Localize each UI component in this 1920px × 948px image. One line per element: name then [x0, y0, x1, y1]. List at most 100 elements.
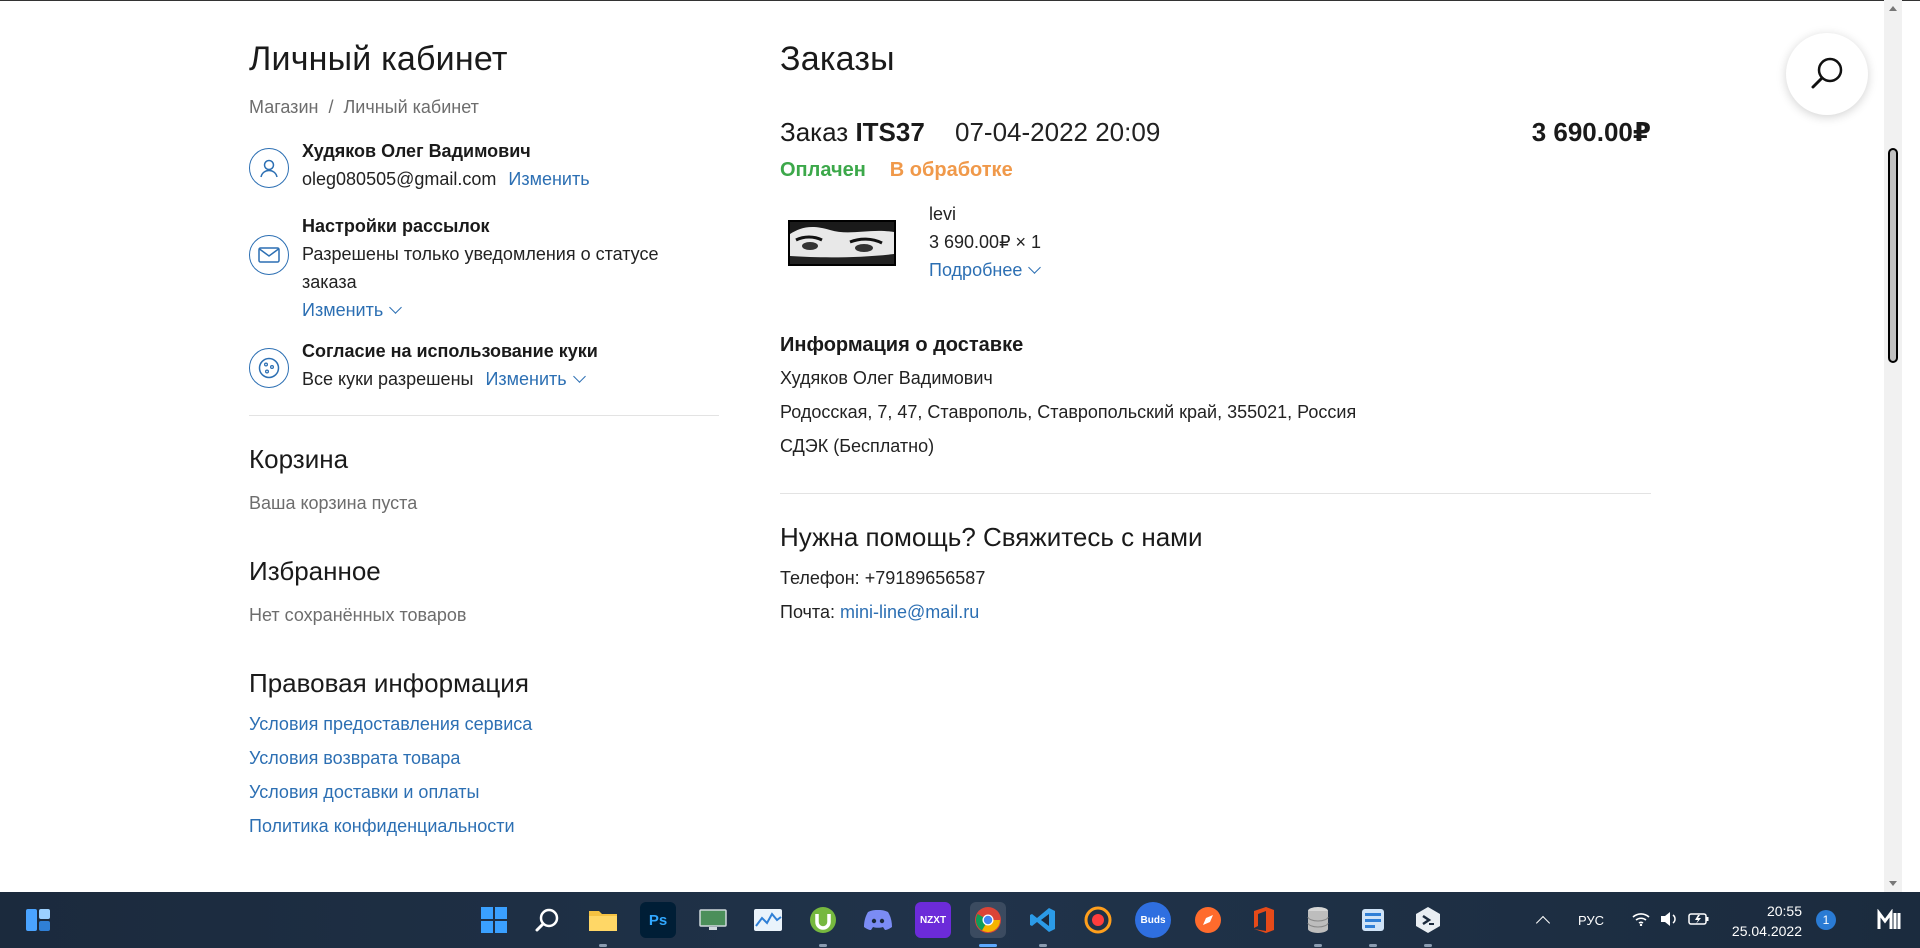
- widgets-icon[interactable]: [20, 902, 56, 938]
- mailing-title: Настройки рассылок: [302, 216, 490, 236]
- order-item: levi 3 690.00₽ × 1 Подробнее: [780, 200, 1651, 330]
- clock[interactable]: 20:55 25.04.2022: [1732, 901, 1802, 941]
- photoshop-icon[interactable]: Ps: [640, 902, 676, 938]
- volume-icon[interactable]: [1660, 911, 1678, 930]
- wifi-icon[interactable]: [1632, 912, 1650, 929]
- divider: [780, 493, 1651, 494]
- account-column: Личный кабинет Магазин / Личный кабинет Ху…: [249, 40, 719, 843]
- delivery-method: СДЭК (Бесплатно): [780, 436, 935, 456]
- favorites-section: Избранное Нет сохранённых товаров: [249, 556, 719, 626]
- breadcrumb-shop[interactable]: Магазин: [249, 97, 318, 117]
- breadcrumb: Магазин / Личный кабинет: [249, 97, 719, 118]
- status-processing-badge: В обработке: [889, 159, 1013, 181]
- chevron-up-icon[interactable]: [1535, 915, 1551, 931]
- return-policy-link[interactable]: Условия возврата товара: [249, 741, 719, 775]
- product-info: levi 3 690.00₽ × 1 Подробнее: [929, 200, 1042, 284]
- help-title: Нужна помощь? Свяжитесь с нами: [780, 522, 1203, 552]
- notification-badge[interactable]: 1: [1816, 910, 1836, 930]
- user-email: oleg080505@gmail.com: [302, 169, 497, 189]
- nzxt-icon[interactable]: NZXT: [915, 902, 951, 938]
- delivery-payment-link[interactable]: Условия доставки и оплаты: [249, 775, 719, 809]
- page-title: Личный кабинет: [249, 40, 508, 78]
- legal-section: Правовая информация Условия предоставлен…: [249, 668, 719, 843]
- chevron-down-icon[interactable]: [1028, 261, 1042, 274]
- cookie-title: Согласие на использование куки: [302, 341, 598, 361]
- running-indicator: [1424, 944, 1432, 947]
- scroll-up-arrow[interactable]: [1884, 0, 1902, 17]
- edit-user-link[interactable]: Изменить: [508, 169, 589, 189]
- mailing-text: Разрешены только уведомления о статусе з…: [302, 244, 659, 292]
- discord-icon[interactable]: [860, 902, 896, 938]
- user-info: Худяков Олег Вадимович oleg080505@gmail.…: [249, 138, 719, 193]
- product-name: levi: [929, 204, 957, 224]
- office-icon[interactable]: [1245, 902, 1281, 938]
- terms-of-service-link[interactable]: Условия предоставления сервиса: [249, 707, 719, 741]
- favorites-empty-text: Нет сохранённых товаров: [249, 605, 467, 625]
- page-scrollbar[interactable]: [1884, 0, 1902, 892]
- terminal-icon[interactable]: [1410, 902, 1446, 938]
- favorites-title: Избранное: [249, 556, 381, 586]
- cart-title: Корзина: [249, 444, 349, 474]
- chrome-icon[interactable]: [970, 902, 1006, 938]
- delivery-info: Информация о доставке Худяков Олег Вадим…: [780, 334, 1651, 463]
- scroll-down-arrow[interactable]: [1884, 875, 1902, 892]
- running-indicator: [599, 944, 607, 947]
- running-indicator: [1039, 944, 1047, 947]
- active-indicator: [979, 944, 997, 947]
- email-link[interactable]: mini-line@mail.ru: [840, 602, 979, 622]
- order-status: Оплачен В обработке: [780, 159, 1651, 182]
- orders-title: Заказы: [780, 40, 895, 78]
- running-indicator: [819, 944, 827, 947]
- clock-date: 25.04.2022: [1731, 923, 1802, 939]
- divider: [249, 415, 719, 416]
- product-price-qty: 3 690.00₽ × 1: [929, 232, 1042, 252]
- user-name: Худяков Олег Вадимович: [302, 141, 531, 161]
- battery-icon[interactable]: [1688, 911, 1710, 930]
- breadcrumb-separator: /: [328, 97, 334, 117]
- buds-icon[interactable]: Buds: [1135, 902, 1171, 938]
- order-header: Заказ ITS37 07-04-2022 20:09 3 690.00₽: [780, 117, 1651, 157]
- vscode-icon[interactable]: [1025, 902, 1061, 938]
- user-icon: [249, 148, 289, 188]
- cookie-text: Все куки разрешены: [302, 369, 474, 389]
- utorrent-icon[interactable]: [805, 902, 841, 938]
- edit-cookie-link[interactable]: Изменить: [485, 369, 566, 389]
- product-image[interactable]: [788, 220, 896, 266]
- edit-mailing-link[interactable]: Изменить: [302, 300, 383, 320]
- clock-time: 20:55: [1766, 903, 1802, 919]
- cookie-icon: [249, 348, 289, 388]
- chevron-down-icon[interactable]: [389, 301, 403, 314]
- details-link[interactable]: Подробнее: [929, 260, 1022, 280]
- orders-column: Заказы Заказ ITS37 07-04-2022 20:09 3 69…: [780, 40, 1651, 629]
- file-explorer-icon[interactable]: [585, 902, 621, 938]
- language-indicator[interactable]: РУС: [1578, 913, 1604, 928]
- app-icon[interactable]: [1355, 902, 1391, 938]
- search-button[interactable]: [1786, 33, 1868, 115]
- cookie-consent: Согласие на использование куки Все куки …: [249, 338, 719, 393]
- running-indicator: [1369, 944, 1377, 947]
- delivery-name: Худяков Олег Вадимович: [780, 368, 993, 388]
- help-section: Нужна помощь? Свяжитесь с нами Телефон: …: [780, 522, 1651, 629]
- privacy-policy-link[interactable]: Политика конфиденциальности: [249, 809, 719, 843]
- search-icon[interactable]: [530, 902, 566, 938]
- cart-section: Корзина Ваша корзина пуста: [249, 444, 719, 514]
- running-indicator: [1314, 944, 1322, 947]
- scrollbar-thumb[interactable]: [1888, 148, 1898, 363]
- chevron-down-icon[interactable]: [572, 370, 586, 383]
- cart-empty-text: Ваша корзина пуста: [249, 493, 418, 513]
- start-icon[interactable]: [476, 902, 512, 938]
- order-total: 3 690.00₽: [1531, 117, 1651, 147]
- system-tray: РУС: [1535, 892, 1710, 948]
- status-paid-badge: Оплачен: [780, 159, 866, 181]
- music-icon[interactable]: [1080, 902, 1116, 938]
- help-phone: Телефон: +79189656587: [780, 568, 986, 588]
- display-icon[interactable]: [695, 902, 731, 938]
- compass-icon[interactable]: [1190, 902, 1226, 938]
- phone-number[interactable]: +79189656587: [865, 568, 986, 588]
- help-mail: Почта: mini-line@mail.ru: [780, 602, 980, 622]
- task-manager-icon[interactable]: [750, 902, 786, 938]
- delivery-title: Информация о доставке: [780, 334, 1024, 356]
- show-desktop-icon[interactable]: [1873, 902, 1909, 938]
- breadcrumb-current: Личный кабинет: [343, 97, 479, 117]
- database-icon[interactable]: [1300, 902, 1336, 938]
